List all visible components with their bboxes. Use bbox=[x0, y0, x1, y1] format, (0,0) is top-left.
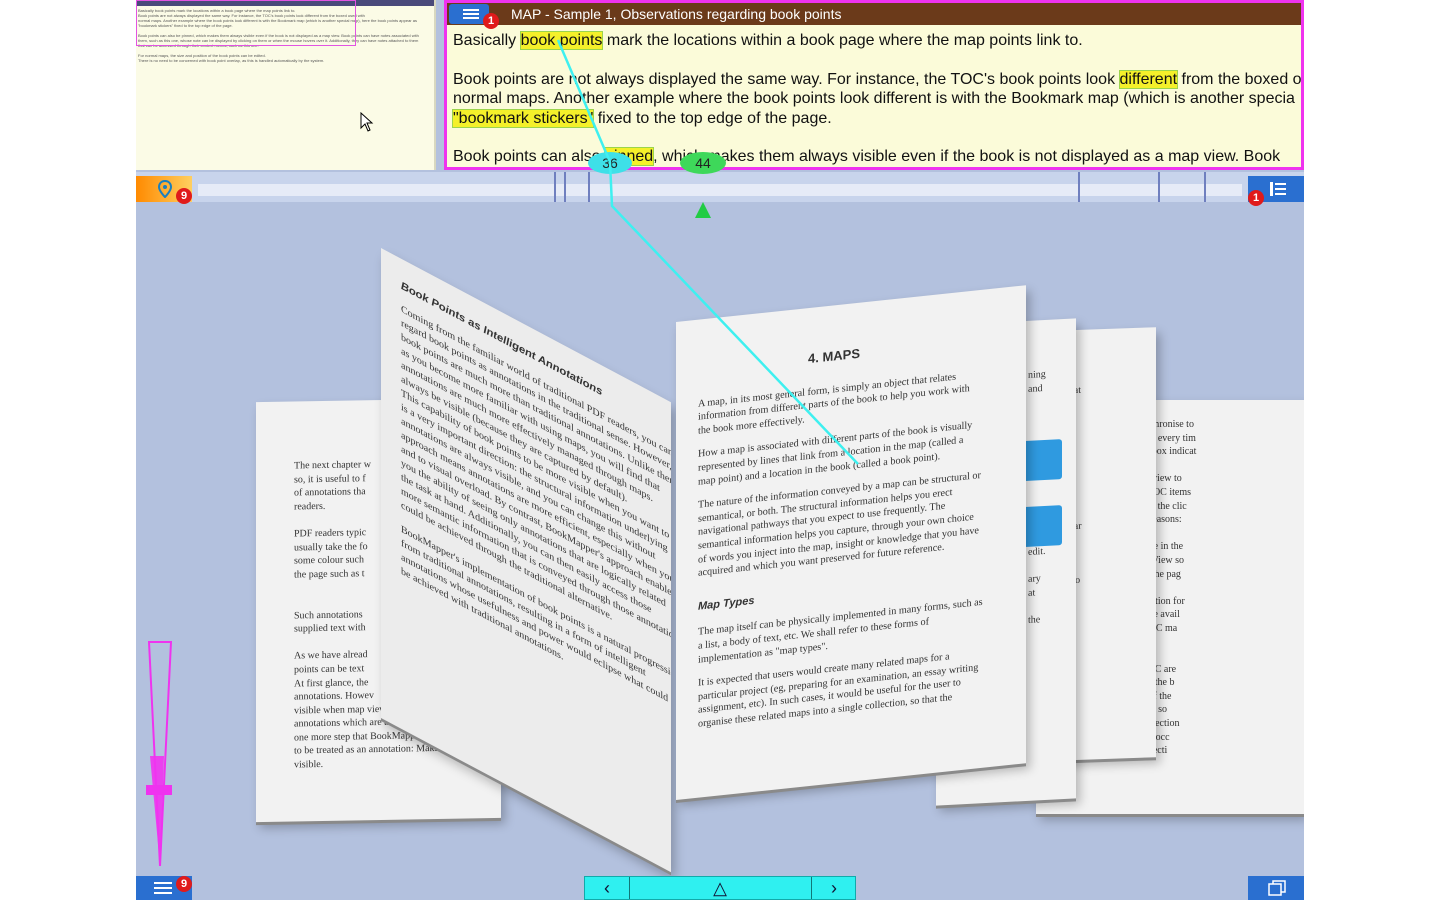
timeline-track[interactable] bbox=[198, 184, 1242, 196]
menu-badge: 9 bbox=[176, 876, 192, 892]
overview-button[interactable]: △ bbox=[629, 877, 811, 899]
timeline-marker[interactable] bbox=[588, 172, 590, 202]
map-text-body[interactable]: Basically book points mark the locations… bbox=[447, 25, 1301, 167]
map-preview-thumbnail[interactable]: Basically book points mark the locations… bbox=[136, 0, 436, 170]
timeline-marker[interactable] bbox=[1158, 172, 1160, 202]
map-point-different[interactable]: different bbox=[1118, 69, 1179, 89]
map-title: MAP - Sample 1, Observations regarding b… bbox=[511, 6, 842, 22]
zoom-slider-track bbox=[147, 641, 173, 867]
map-line: "bookmark stickers" fixed to the top edg… bbox=[451, 108, 832, 128]
chapter-heading: 4. MAPS bbox=[808, 345, 861, 367]
callout-box bbox=[1022, 439, 1062, 482]
map-line: Book points can also pinned, which makes… bbox=[453, 147, 1281, 166]
page-navigation-bar: ‹ △ › bbox=[584, 876, 856, 900]
map-title-bar: 1 MAP - Sample 1, Observations regarding… bbox=[447, 3, 1301, 29]
book-page-current[interactable]: 4. MAPS A map, in its most general form,… bbox=[676, 285, 1026, 801]
map-line: normal maps. Another example where the b… bbox=[453, 90, 1295, 107]
zoom-slider-thumb[interactable] bbox=[146, 785, 172, 795]
windows-icon bbox=[1268, 880, 1286, 896]
page-timeline: 9 1 bbox=[136, 172, 1304, 206]
location-pin-icon bbox=[158, 180, 172, 198]
map-line: Book points are not always displayed the… bbox=[453, 69, 1302, 89]
callout-box bbox=[1022, 505, 1062, 548]
map-point-bookmark-stickers[interactable]: "bookmark stickers" bbox=[451, 108, 595, 128]
timeline-marker[interactable] bbox=[564, 172, 566, 202]
location-pin-button[interactable]: 9 bbox=[136, 176, 192, 204]
next-page-button[interactable]: › bbox=[811, 877, 856, 899]
window-toggle-button[interactable] bbox=[1248, 876, 1304, 900]
timeline-marker[interactable] bbox=[554, 172, 556, 202]
map-line: Basically book points mark the locations… bbox=[453, 31, 1083, 50]
page-pin-44[interactable]: 44 bbox=[680, 152, 726, 174]
map-point-book-points[interactable]: book points bbox=[519, 31, 604, 50]
page-text-line: the bbox=[1028, 613, 1041, 626]
map-panel: 1 MAP - Sample 1, Observations regarding… bbox=[444, 0, 1304, 170]
main-menu-button[interactable]: 9 bbox=[136, 876, 192, 900]
bookmapper-app: Basically book points mark the locations… bbox=[136, 0, 1304, 900]
page-text-line: s to bbox=[1066, 575, 1081, 587]
map-notification-badge: 1 bbox=[483, 13, 499, 29]
preview-viewport-frame bbox=[136, 0, 356, 46]
list-badge: 1 bbox=[1248, 190, 1264, 206]
timeline-marker[interactable] bbox=[1078, 172, 1080, 202]
list-view-button[interactable]: 1 bbox=[1248, 176, 1304, 206]
current-page-triangle-icon bbox=[695, 202, 711, 218]
location-badge: 9 bbox=[176, 188, 192, 204]
list-icon bbox=[1270, 182, 1286, 196]
zoom-slider[interactable] bbox=[146, 640, 173, 870]
previous-page-button[interactable]: ‹ bbox=[585, 877, 630, 899]
page-pin-36[interactable]: 36 bbox=[588, 152, 632, 174]
mouse-cursor-icon bbox=[360, 112, 374, 132]
timeline-marker[interactable] bbox=[1204, 172, 1206, 202]
